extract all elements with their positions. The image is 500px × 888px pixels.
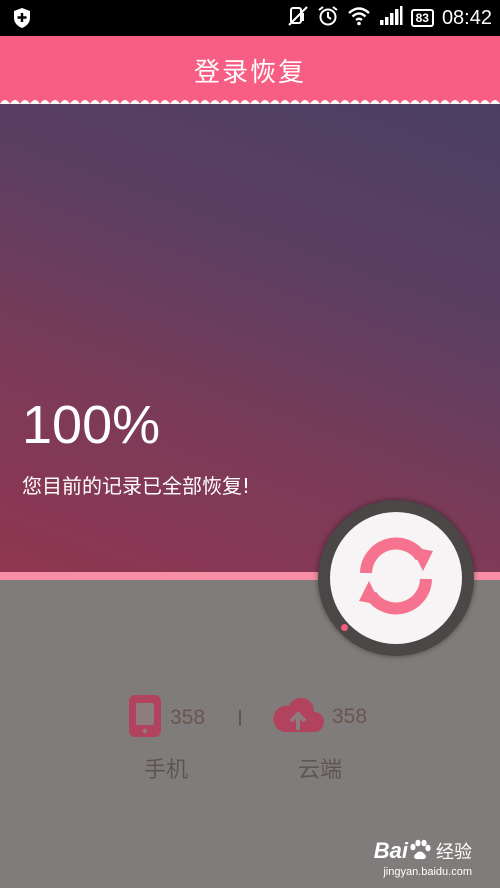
paw-icon [408,839,432,862]
progress-indicator-dot [341,624,348,631]
sync-button[interactable] [330,512,462,644]
phone-count: 358 [170,706,206,729]
title-bar: 登录恢复 [0,36,500,104]
status-bar: 83 08:42 [0,0,500,36]
status-icons: 83 08:42 [287,0,492,36]
cloud-upload-icon [272,694,324,740]
alarm-icon [317,5,339,31]
cloud-count: 358 [332,705,368,728]
phone-icon [128,694,162,742]
status-message: 您目前的记录已全部恢复! [22,474,251,498]
mute-icon [287,5,309,31]
watermark-brand: Bai [373,838,408,863]
wifi-icon [347,6,371,30]
baidu-jingyan-watermark: Bai 经验 jingyan.baidu.com [373,838,472,878]
signal-icon [379,6,403,30]
cloud-label: 云端 [298,758,343,783]
percent-text: 100% [22,395,161,455]
phone-label: 手机 [144,758,189,783]
clock: 08:42 [441,6,492,29]
watermark-jingyan: 经验 [436,842,472,862]
page-title: 登录恢复 [193,58,306,88]
shield-icon [12,7,32,33]
battery-icon: 83 [410,9,434,27]
sync-icon [353,533,439,623]
cloud-stat: 358 [272,694,367,740]
stats-divider [239,710,241,726]
phone-stat: 358 [128,694,205,742]
watermark-url: jingyan.baidu.com [383,866,472,878]
